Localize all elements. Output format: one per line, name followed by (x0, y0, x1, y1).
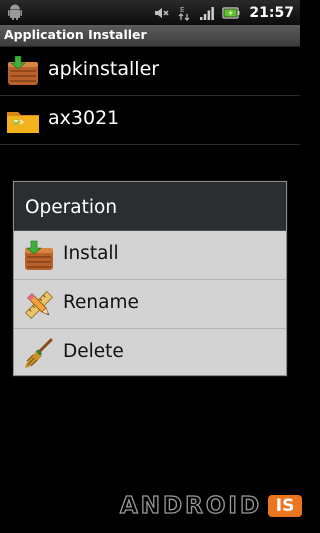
dialog-title: Operation (25, 197, 118, 218)
menu-item-install[interactable]: Install (14, 231, 286, 280)
signal-icon (200, 6, 215, 20)
menu-item-label: Rename (63, 292, 139, 313)
app-title-bar: Application Installer (0, 25, 300, 47)
battery-icon (222, 6, 240, 19)
package-box-icon (8, 56, 38, 85)
menu-item-label: Install (63, 243, 119, 264)
operation-dialog: Operation Install Rename Delete (13, 181, 287, 376)
pencil-ruler-icon (24, 290, 54, 320)
broom-icon (25, 338, 53, 368)
list-item-apkinstaller[interactable]: apkinstaller (0, 47, 300, 96)
svg-text:E: E (180, 6, 184, 14)
android-notification-icon (8, 4, 22, 20)
menu-item-delete[interactable]: Delete (14, 329, 286, 377)
file-name: ax3021 (48, 107, 120, 129)
watermark-text: ANDROID (119, 492, 263, 519)
install-box-icon (25, 240, 53, 270)
menu-item-rename[interactable]: Rename (14, 280, 286, 329)
menu-item-label: Delete (63, 341, 124, 362)
folder-icon (7, 112, 39, 133)
watermark-badge: IS (268, 495, 303, 517)
status-bar: E 21:57 (0, 0, 300, 25)
list-item-ax3021[interactable]: ax3021 (0, 96, 300, 145)
androidis-watermark: ANDROID IS (119, 492, 303, 520)
data-arrows-icon: E (178, 6, 190, 21)
dialog-title-bar: Operation (14, 182, 286, 231)
file-name: apkinstaller (48, 58, 160, 80)
status-time: 21:57 (249, 4, 294, 21)
app-title: Application Installer (4, 27, 147, 42)
mute-icon (155, 7, 169, 18)
